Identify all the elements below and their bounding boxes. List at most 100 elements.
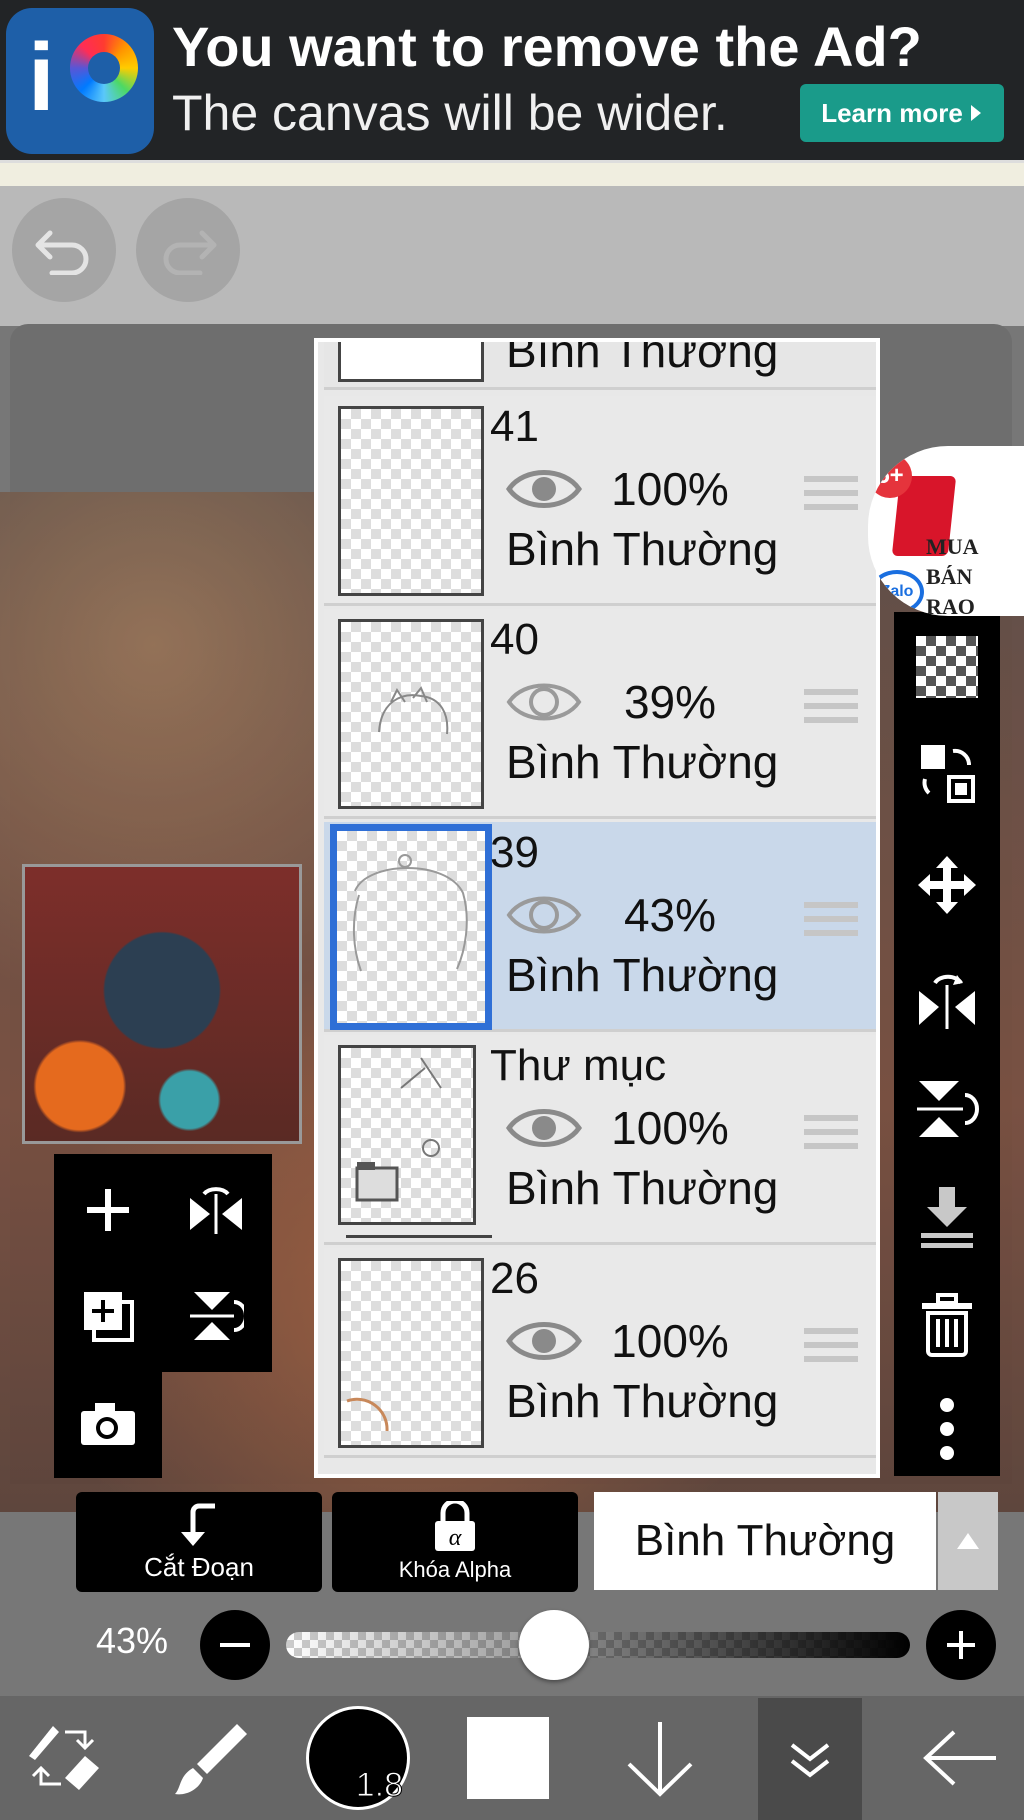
flip-vertical-layer-button[interactable]	[894, 1064, 1000, 1154]
transparent-fill-button[interactable]	[894, 622, 1000, 712]
promo-badge[interactable]: 5+ MUA BÁN RAO VẶT Zalo	[868, 446, 1024, 616]
brush-size-button[interactable]: 1.8	[306, 1700, 410, 1816]
opacity-label: 43%	[96, 1620, 169, 1661]
layer-mode: Bình Thường	[506, 949, 779, 1001]
add-layer-button[interactable]	[56, 1160, 160, 1260]
duplicate-layer-icon	[84, 1292, 134, 1342]
clipping-button[interactable]: Cắt Đoạn	[76, 1492, 322, 1592]
layer-opacity: 100%	[611, 1102, 729, 1154]
eye-icon[interactable]	[506, 890, 582, 940]
undo-button[interactable]	[12, 198, 116, 302]
drag-handle-icon[interactable]	[804, 902, 858, 944]
move-layer-button[interactable]	[894, 840, 1000, 930]
layer-thumbnail[interactable]	[330, 824, 492, 1030]
layer-down-button[interactable]	[620, 1700, 700, 1816]
folder-thumbnail[interactable]	[338, 1045, 476, 1225]
layer-opacity: 100%	[611, 1315, 729, 1367]
brush-size-indicator: 1.8	[306, 1706, 410, 1810]
layer-mode: Bình Thường	[506, 342, 779, 377]
opacity-decrease-button[interactable]	[200, 1610, 270, 1680]
drag-handle-icon[interactable]	[804, 689, 858, 731]
blend-mode-select[interactable]: Bình Thường	[594, 1492, 936, 1590]
minus-icon	[220, 1643, 250, 1647]
swap-layer-button[interactable]	[894, 728, 1000, 818]
drag-handle-icon[interactable]	[804, 1328, 858, 1370]
camera-import-button[interactable]	[56, 1374, 160, 1474]
layer-thumbnail[interactable]	[338, 1258, 484, 1448]
flip-vertical-icon	[917, 1081, 979, 1137]
layer-panel-toggle-button[interactable]	[758, 1698, 862, 1820]
sketch-icon	[378, 686, 449, 735]
layer-name: 26	[490, 1254, 539, 1303]
layer-thumbnail[interactable]	[338, 406, 484, 596]
alpha-lock-label: Khóa Alpha	[398, 1557, 512, 1582]
eye-icon[interactable]	[506, 1103, 582, 1153]
layer-actions-toolbar	[894, 612, 1000, 1476]
brush-eraser-swap-icon	[29, 1726, 99, 1790]
arrow-left-icon	[923, 1730, 996, 1786]
triangle-up-icon	[957, 1533, 979, 1549]
layer-row[interactable]: 41 100% Bình Thường	[324, 396, 876, 606]
layer-name: 41	[490, 402, 539, 451]
layer-thumbnail[interactable]	[338, 619, 484, 809]
drag-handle-icon[interactable]	[804, 1115, 858, 1157]
layer-name: 39	[490, 828, 539, 877]
opacity-slider-track[interactable]	[286, 1632, 910, 1658]
promo-text: MUA BÁN RAO VẶT	[926, 532, 1024, 616]
play-arrow-icon	[970, 105, 981, 121]
svg-text:α: α	[449, 1525, 462, 1551]
layer-tools-grid	[54, 1154, 272, 1478]
brush-tool-button[interactable]	[168, 1700, 254, 1816]
layer-mode: Bình Thường	[506, 1375, 779, 1427]
layer-panel[interactable]: Bình Thường 41 100% Bình Thường 40 39% B…	[314, 338, 880, 1478]
tool-switch-button[interactable]	[18, 1700, 108, 1816]
delete-layer-button[interactable]	[894, 1280, 1000, 1370]
banner-divider	[0, 160, 1024, 186]
layer-row[interactable]: 40 39% Bình Thường	[324, 609, 876, 819]
swap-layers-icon	[921, 745, 975, 803]
promo-line-2: RAO VẶT	[926, 594, 975, 616]
drag-handle-icon[interactable]	[804, 476, 858, 518]
plus-icon	[947, 1631, 975, 1659]
more-options-button[interactable]	[894, 1384, 1000, 1474]
trash-icon	[922, 1293, 972, 1357]
layer-row[interactable]: 26 100% Bình Thường	[324, 1248, 876, 1458]
redo-icon	[163, 230, 217, 275]
sketch-icon	[352, 854, 468, 972]
canvas-preview-thumbnail[interactable]	[22, 864, 302, 1144]
opacity-increase-button[interactable]	[926, 1610, 996, 1680]
color-swatch-button[interactable]	[466, 1700, 550, 1816]
duplicate-layer-button[interactable]	[56, 1266, 160, 1366]
flip-horizontal-icon	[190, 1187, 242, 1234]
sketch-icon	[346, 1397, 389, 1432]
learn-more-button[interactable]: Learn more	[800, 84, 1004, 142]
flip-horizontal-button[interactable]	[162, 1160, 270, 1260]
ad-title: You want to remove the Ad?	[172, 15, 922, 78]
layer-opacity: 43%	[623, 889, 717, 941]
ad-subtitle: The canvas will be wider.	[172, 85, 728, 141]
flip-vertical-button[interactable]	[162, 1266, 270, 1366]
layer-row-folder[interactable]: Thư mục 100% Bình Thường	[324, 1035, 876, 1245]
plus-icon	[87, 1189, 129, 1231]
back-button[interactable]	[918, 1700, 1002, 1816]
eye-icon[interactable]	[506, 677, 582, 727]
eye-icon[interactable]	[506, 1316, 582, 1366]
blend-mode-dropdown-button[interactable]	[938, 1492, 998, 1590]
alpha-lock-button[interactable]: α Khóa Alpha	[332, 1492, 578, 1592]
layer-row-partial[interactable]: Bình Thường	[324, 342, 876, 390]
current-color-swatch	[467, 1717, 549, 1799]
layer-mode: Bình Thường	[506, 523, 779, 575]
flip-horizontal-layer-button[interactable]	[894, 954, 1000, 1044]
eye-icon[interactable]	[506, 464, 582, 514]
redo-button[interactable]	[136, 198, 240, 302]
merge-down-button[interactable]	[894, 1172, 1000, 1262]
learn-more-label: Learn more	[821, 97, 963, 128]
flip-vertical-icon	[190, 1292, 244, 1340]
layer-row-selected[interactable]: 39 43% Bình Thường	[324, 822, 876, 1032]
ad-banner[interactable]: i You want to remove the Ad? The canvas …	[0, 0, 1024, 160]
opacity-slider-thumb[interactable]	[519, 1610, 590, 1680]
lock-alpha-icon: α	[435, 1501, 475, 1551]
promo-line-1: MUA BÁN	[926, 534, 978, 589]
merge-down-icon	[921, 1187, 973, 1248]
layer-name: 40	[490, 615, 539, 664]
